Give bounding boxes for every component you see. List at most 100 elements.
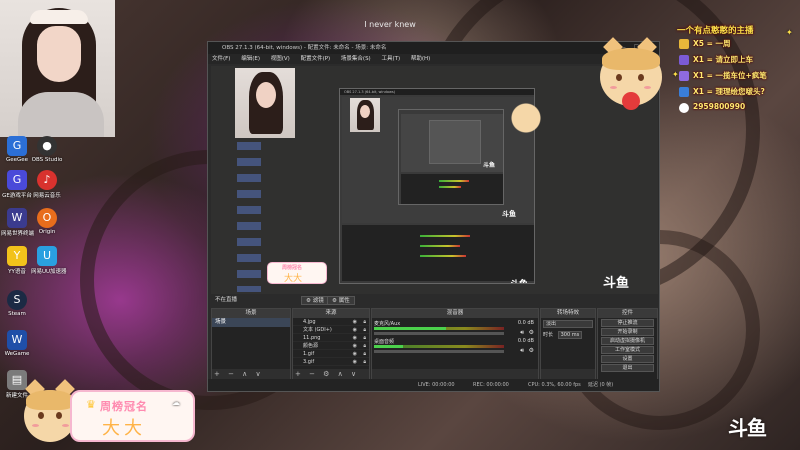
desktop-icon-label: Steam <box>8 311 26 317</box>
lock-icon[interactable]: 🔒︎ <box>363 358 366 366</box>
eye-icon[interactable]: ◉ <box>353 326 357 334</box>
lock-icon[interactable]: 🔒︎ <box>363 342 366 350</box>
volume-meter <box>374 327 446 330</box>
volume-slider[interactable] <box>374 332 504 335</box>
duration-row: 时长 300 ms <box>543 331 593 339</box>
transitions-dock: 转场特效 淡出 时长 300 ms <box>540 308 596 380</box>
rank-item: X1 = 理理绘您啵头? <box>677 85 797 100</box>
source-name: 颜色源 <box>303 343 319 349</box>
wegame-icon: W <box>7 330 27 350</box>
source-name: 1.gif <box>303 351 315 357</box>
transitions-header: 转场特效 <box>541 309 595 318</box>
virtual-camera-button[interactable]: 启动虚拟摄像机 <box>601 337 654 345</box>
desktop-icon-label: GE游戏平台 <box>2 193 32 199</box>
lock-icon[interactable]: 🔒︎ <box>363 326 366 334</box>
stop-streaming-button[interactable]: 停止推流 <box>601 319 654 327</box>
gift-icon <box>679 55 689 65</box>
gear-icon[interactable]: ⚙ <box>529 329 534 336</box>
desktop-icon-label: GeeGee <box>5 157 29 163</box>
properties-button[interactable]: ⚙ 属性 <box>327 296 355 305</box>
scenes-toolbar[interactable]: + − ∧ ∨ <box>214 370 264 378</box>
properties-button-label: 属性 <box>338 298 350 304</box>
studio-mode-button[interactable]: 工作室模式 <box>601 346 654 354</box>
eye-icon[interactable]: ◉ <box>353 358 357 366</box>
mixer-header: 混音器 <box>372 309 538 318</box>
lock-icon[interactable]: 🔒︎ <box>363 334 366 342</box>
desktop-icon-origin[interactable]: O Origin <box>31 208 63 235</box>
duration-label: 时长 <box>543 332 554 338</box>
source-item[interactable]: 1.gif ◉ 🔒︎ <box>293 350 369 358</box>
menu-file[interactable]: 文件(F) <box>212 56 230 62</box>
source-item[interactable]: 11.png ◉ 🔒︎ <box>293 334 369 342</box>
desktop-icon-yy-voice[interactable]: Y YY语音 <box>1 246 33 275</box>
desktop-icon-steam[interactable]: S Steam <box>1 290 33 317</box>
obs-preview-canvas[interactable]: OBS 27.1.3 (64-bit, windows) 斗鱼 斗鱼 周榜冠名 … <box>211 66 658 294</box>
eye-icon[interactable]: ◉ <box>353 342 357 350</box>
obs-titlebar[interactable]: OBS 27.1.3 (64-bit, windows) - 配置文件: 未命名… <box>208 42 659 54</box>
settings-button[interactable]: 设置 <box>601 355 654 363</box>
gift-icon <box>679 71 689 81</box>
origin-icon: O <box>37 208 57 228</box>
speaker-icon[interactable]: 🔊︎ <box>520 329 524 337</box>
gear-icon[interactable]: ⚙ <box>529 347 534 354</box>
desktop-icon-netease-music[interactable]: ♪ 网易云音乐 <box>31 170 63 199</box>
exit-button[interactable]: 退出 <box>601 364 654 372</box>
nested-logo-3: 斗鱼 <box>510 277 528 283</box>
desktop-icon-obs-studio[interactable]: ● OBS Studio <box>31 136 63 163</box>
source-item[interactable]: 文本 (GDI+) ◉ 🔒︎ <box>293 326 369 334</box>
netease-world-icon: W <box>7 208 27 228</box>
transition-type: 淡出 <box>546 321 557 327</box>
preview-badge-title: 周榜冠名 <box>282 265 303 271</box>
menu-edit[interactable]: 编辑(E) <box>241 56 260 62</box>
obs-window[interactable]: OBS 27.1.3 (64-bit, windows) - 配置文件: 未命名… <box>207 41 660 392</box>
start-recording-button[interactable]: 开始录制 <box>601 328 654 336</box>
desktop-icon-geegee[interactable]: G GeeGee <box>1 136 33 163</box>
source-item[interactable]: 4.jpg ◉ 🔒︎ <box>293 318 369 326</box>
mixer-dock: 混音器 麦克风/Aux 0.0 dB 🔊︎ ⚙ 桌面音频 0.0 dB 🔊︎ ⚙ <box>371 308 539 380</box>
eye-icon[interactable]: ◉ <box>353 350 357 358</box>
source-item[interactable]: 3.gif ◉ 🔒︎ <box>293 358 369 366</box>
ge-platform-icon: G <box>7 170 27 190</box>
geegee-icon: G <box>7 136 27 156</box>
filter-button[interactable]: ⚙ 滤镜 <box>301 296 329 305</box>
preview-desktop-icons <box>237 142 261 292</box>
scenes-dock: 场景 场景 + − ∧ ∨ <box>211 308 291 380</box>
nested-logo-2: 斗鱼 <box>502 210 516 218</box>
eye-icon[interactable]: ◉ <box>353 318 357 326</box>
lock-icon[interactable]: 🔒︎ <box>363 318 366 326</box>
source-item[interactable]: 颜色源 ◉ 🔒︎ <box>293 342 369 350</box>
desktop-icon-netease-world[interactable]: W 网易世界终端 <box>1 208 34 237</box>
desktop-icon-wegame[interactable]: W WeGame <box>1 330 33 357</box>
rank-item: X5 = 一周 <box>677 37 797 52</box>
sources-toolbar[interactable]: + − ⚙ ∧ ∨ <box>295 370 359 378</box>
menu-profile[interactable]: 配置文件(P) <box>301 56 331 62</box>
desktop-icon-label: 网易云音乐 <box>33 193 61 199</box>
desktop-icon-uu-booster[interactable]: U 网易UU加速器 <box>31 246 67 275</box>
duration-input[interactable]: 300 ms <box>557 331 583 339</box>
preview-chibi <box>501 96 551 136</box>
speaker-icon[interactable]: 🔊︎ <box>520 347 524 355</box>
latency: 延迟 (0 帧) <box>588 382 614 388</box>
source-name: 文本 (GDI+) <box>303 327 332 333</box>
channel-name: 桌面音频 <box>374 339 395 345</box>
volume-slider[interactable] <box>374 350 504 353</box>
source-name: 4.jpg <box>303 319 316 325</box>
obs-docks: 场景 场景 + − ∧ ∨ 来源 4.jpg ◉ 🔒︎ 文本 (GDI+) ◉ 🔒︎ 1… <box>211 308 658 380</box>
desktop-icon-ge-platform[interactable]: G GE游戏平台 <box>1 170 33 199</box>
steam-icon: S <box>7 290 27 310</box>
rank-text: X1 = 理理绘您啵头? <box>693 87 765 96</box>
nested-docks <box>342 225 534 281</box>
scene-item[interactable]: 场景 <box>212 318 290 327</box>
obs-title-text: OBS 27.1.3 (64-bit, windows) - 配置文件: 未命名… <box>222 45 387 51</box>
transition-select[interactable]: 淡出 <box>543 320 593 328</box>
lock-icon[interactable]: 🔒︎ <box>363 350 366 358</box>
menu-scene-collection[interactable]: 场景集合(S) <box>341 56 371 62</box>
desktop-icon-label: WeGame <box>4 351 30 357</box>
menu-help[interactable]: 帮助(H) <box>411 56 430 62</box>
menu-tools[interactable]: 工具(T) <box>381 56 400 62</box>
preview-badge-name: 大大 <box>284 274 303 284</box>
menu-view[interactable]: 视图(V) <box>271 56 290 62</box>
eye-icon[interactable]: ◉ <box>353 334 357 342</box>
source-name: 11.png <box>303 335 321 341</box>
source-name: 3.gif <box>303 359 315 365</box>
